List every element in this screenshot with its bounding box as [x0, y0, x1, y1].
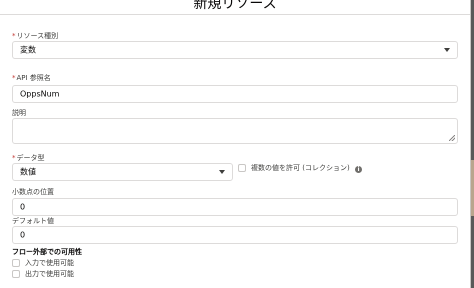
default-value-label: デフォルト値	[12, 217, 54, 225]
data-type-label-text: データ型	[16, 154, 45, 162]
data-type-value: 数値	[20, 167, 36, 177]
data-type-label: *データ型	[12, 153, 45, 163]
api-name-input[interactable]: OppsNum	[12, 85, 458, 103]
chevron-down-icon	[219, 170, 225, 174]
output-available-checkbox[interactable]	[12, 270, 20, 278]
required-marker: *	[12, 74, 16, 82]
default-value-input[interactable]: 0	[12, 226, 458, 244]
decimal-places-input[interactable]: 0	[12, 198, 458, 216]
api-name-value: OppsNum	[20, 89, 60, 99]
resource-type-select[interactable]: 変数	[12, 41, 458, 59]
decimal-places-value: 0	[20, 202, 26, 212]
input-available-checkbox[interactable]	[12, 259, 20, 267]
api-name-label: *API 参照名	[12, 73, 51, 83]
description-label: 説明	[12, 109, 26, 117]
default-value-value: 0	[20, 230, 26, 240]
description-textarea[interactable]	[12, 118, 458, 144]
data-type-select[interactable]: 数値	[12, 163, 233, 181]
collection-checkbox[interactable]	[238, 164, 246, 172]
decimal-places-label: 小数点の位置	[12, 188, 54, 196]
resource-type-label-text: リソース種別	[16, 32, 59, 40]
info-icon[interactable]: i	[355, 166, 362, 173]
modal-header: 新規リソース	[0, 0, 470, 15]
modal-title: 新規リソース	[193, 0, 277, 12]
collection-label: 複数の値を許可 (コレクション)	[251, 164, 350, 172]
required-marker: *	[12, 32, 16, 40]
required-marker: *	[12, 154, 16, 162]
chevron-down-icon	[444, 48, 450, 52]
resource-type-label: *リソース種別	[12, 31, 58, 41]
resource-type-value: 変数	[20, 45, 36, 55]
api-name-label-text: API 参照名	[16, 74, 51, 82]
output-available-label: 出力で使用可能	[25, 270, 74, 278]
availability-heading: フロー外部での可用性	[12, 248, 82, 256]
resize-handle-icon[interactable]	[449, 135, 455, 141]
input-available-label: 入力で使用可能	[25, 259, 74, 267]
new-resource-modal: 新規リソース *リソース種別 変数 *API 参照名 OppsNum 説明 *デ…	[0, 0, 471, 288]
